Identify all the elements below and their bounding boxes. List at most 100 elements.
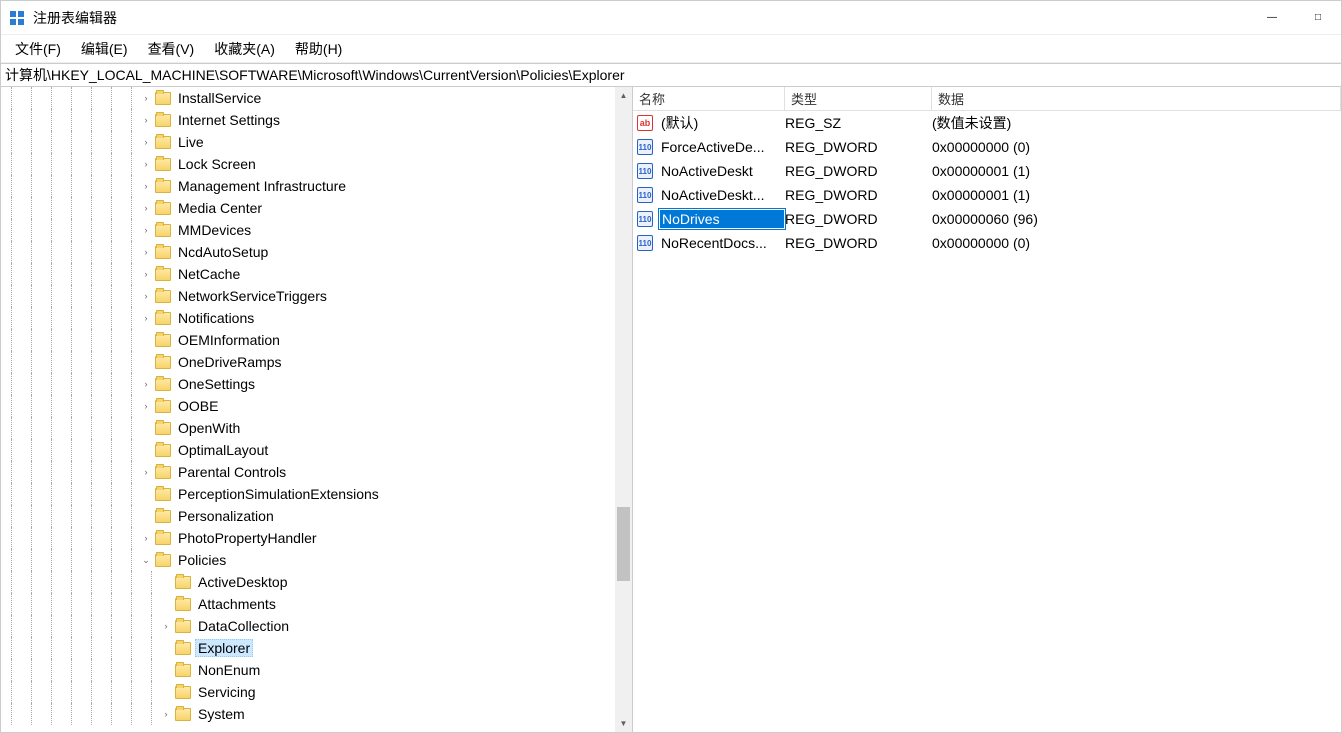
tree-node[interactable]: ›Notifications (1, 307, 615, 329)
tree-node[interactable]: › NetCache (1, 263, 615, 285)
value-row[interactable]: 110NoDrivesREG_DWORD0x00000060 (96) (633, 207, 1341, 231)
folder-icon (155, 334, 171, 347)
tree-node[interactable]: ›Media Center (1, 197, 615, 219)
tree-node-label: OpenWith (175, 419, 243, 437)
tree-scrollbar[interactable]: ▲ ▼ (615, 87, 632, 732)
col-type[interactable]: 类型 (785, 87, 932, 110)
folder-icon (155, 224, 171, 237)
values-list[interactable]: ab(默认)REG_SZ(数值未设置) 110 ForceActiveDe... RE… (633, 111, 1341, 732)
chevron-right-icon[interactable]: › (139, 465, 153, 479)
folder-icon (175, 620, 191, 633)
scroll-down-icon[interactable]: ▼ (615, 715, 632, 732)
tree-node[interactable]: Personalization (1, 505, 615, 527)
value-row[interactable]: 110ForceActiveDe...REG_DWORD0x00000000 (… (633, 135, 1341, 159)
tree-node[interactable]: › NetworkServiceTriggers (1, 285, 615, 307)
maximize-button[interactable]: □ (1295, 1, 1341, 35)
tree-node-label: System (195, 705, 248, 723)
tree-node[interactable]: NonEnum (1, 659, 615, 681)
registry-tree[interactable]: ›InstallService›Internet Settings›Live›L… (1, 87, 615, 732)
tree-node[interactable]: ActiveDesktop (1, 571, 615, 593)
tree-node-label: OneSettings (175, 375, 258, 393)
chevron-right-icon[interactable]: › (139, 245, 153, 259)
value-row[interactable]: ab(默认)REG_SZ(数值未设置) (633, 111, 1341, 135)
chevron-right-icon[interactable]: › (159, 619, 173, 633)
chevron-right-icon[interactable]: › (139, 223, 153, 237)
chevron-right-icon[interactable]: › (139, 267, 153, 281)
menu-help[interactable]: 帮助(H) (285, 35, 352, 63)
col-name[interactable]: 名称 (633, 87, 785, 110)
chevron-down-icon[interactable]: ⌄ (139, 553, 153, 567)
tree-node-label: NcdAutoSetup (175, 243, 271, 261)
chevron-right-icon[interactable]: › (139, 531, 153, 545)
value-row[interactable]: 110NoRecentDocs...REG_DWORD0x00000000 (0… (633, 231, 1341, 255)
tree-node[interactable]: › System (1, 703, 615, 725)
tree-node[interactable]: › Lock Screen (1, 153, 615, 175)
tree-node[interactable]: PerceptionSimulationExtensions (1, 483, 615, 505)
value-type: REG_DWORD (785, 211, 932, 227)
address-bar[interactable]: 计算机\HKEY_LOCAL_MACHINE\SOFTWARE\Microsof… (1, 63, 1341, 87)
folder-icon (155, 290, 171, 303)
chevron-right-icon[interactable]: › (139, 201, 153, 215)
menu-fav[interactable]: 收藏夹(A) (204, 35, 285, 63)
value-data: 0x00000000 (0) (932, 139, 1341, 155)
value-name: ForceActiveDe... (659, 138, 785, 156)
folder-icon (155, 180, 171, 193)
tree-node[interactable]: ›Management Infrastructure (1, 175, 615, 197)
tree-node-label: DataCollection (195, 617, 292, 635)
tree-node-label: NonEnum (195, 661, 263, 679)
tree-node[interactable]: › Internet Settings (1, 109, 615, 131)
window-controls: — □ (1249, 1, 1341, 35)
tree-node-label: NetworkServiceTriggers (175, 287, 330, 305)
tree-node[interactable]: OneDriveRamps (1, 351, 615, 373)
tree-node-label: Lock Screen (175, 155, 259, 173)
chevron-right-icon[interactable]: › (139, 179, 153, 193)
scrollbar-track[interactable] (615, 104, 632, 715)
tree-node-label: Internet Settings (175, 111, 283, 129)
tree-node[interactable]: ⌄Policies (1, 549, 615, 571)
chevron-right-icon[interactable]: › (139, 113, 153, 127)
folder-icon (175, 598, 191, 611)
minimize-button[interactable]: — (1249, 1, 1295, 35)
tree-node[interactable]: ›MMDevices (1, 219, 615, 241)
value-data: 0x00000060 (96) (932, 211, 1341, 227)
tree-node-label: NetCache (175, 265, 243, 283)
tree-node[interactable]: ›PhotoPropertyHandler (1, 527, 615, 549)
chevron-right-icon[interactable]: › (139, 91, 153, 105)
reg-dword-icon: 110 (637, 139, 653, 155)
chevron-right-icon[interactable]: › (139, 157, 153, 171)
col-data[interactable]: 数据 (932, 87, 1341, 110)
tree-node[interactable]: Explorer (1, 637, 615, 659)
tree-node[interactable]: OpenWith (1, 417, 615, 439)
tree-node[interactable]: › DataCollection (1, 615, 615, 637)
folder-icon (155, 488, 171, 501)
chevron-right-icon[interactable]: › (139, 311, 153, 325)
chevron-right-icon[interactable]: › (139, 377, 153, 391)
value-row[interactable]: 110NoActiveDesktREG_DWORD0x00000001 (1) (633, 159, 1341, 183)
tree-node[interactable]: ›Parental Controls (1, 461, 615, 483)
chevron-right-icon[interactable]: › (139, 399, 153, 413)
value-name: NoDrives (659, 209, 785, 229)
folder-icon (155, 114, 171, 127)
tree-node[interactable]: Servicing (1, 681, 615, 703)
chevron-right-icon[interactable]: › (159, 707, 173, 721)
tree-node[interactable]: ›InstallService (1, 87, 615, 109)
tree-node-label: OptimalLayout (175, 441, 271, 459)
tree-node[interactable]: OptimalLayout (1, 439, 615, 461)
scrollbar-thumb[interactable] (617, 507, 630, 580)
tree-node-label: OneDriveRamps (175, 353, 284, 371)
chevron-right-icon[interactable]: › (139, 289, 153, 303)
menu-view[interactable]: 查看(V) (138, 35, 205, 63)
folder-icon (175, 686, 191, 699)
chevron-right-icon[interactable]: › (139, 135, 153, 149)
menu-file[interactable]: 文件(F) (5, 35, 71, 63)
value-row[interactable]: 110NoActiveDeskt...REG_DWORD0x00000001 (… (633, 183, 1341, 207)
value-data: 0x00000001 (1) (932, 187, 1341, 203)
tree-node[interactable]: ›OOBE (1, 395, 615, 417)
tree-node[interactable]: › OneSettings (1, 373, 615, 395)
tree-node[interactable]: Attachments (1, 593, 615, 615)
menu-edit[interactable]: 编辑(E) (71, 35, 138, 63)
tree-node[interactable]: OEMInformation (1, 329, 615, 351)
tree-node[interactable]: ›Live (1, 131, 615, 153)
scroll-up-icon[interactable]: ▲ (615, 87, 632, 104)
tree-node[interactable]: › NcdAutoSetup (1, 241, 615, 263)
